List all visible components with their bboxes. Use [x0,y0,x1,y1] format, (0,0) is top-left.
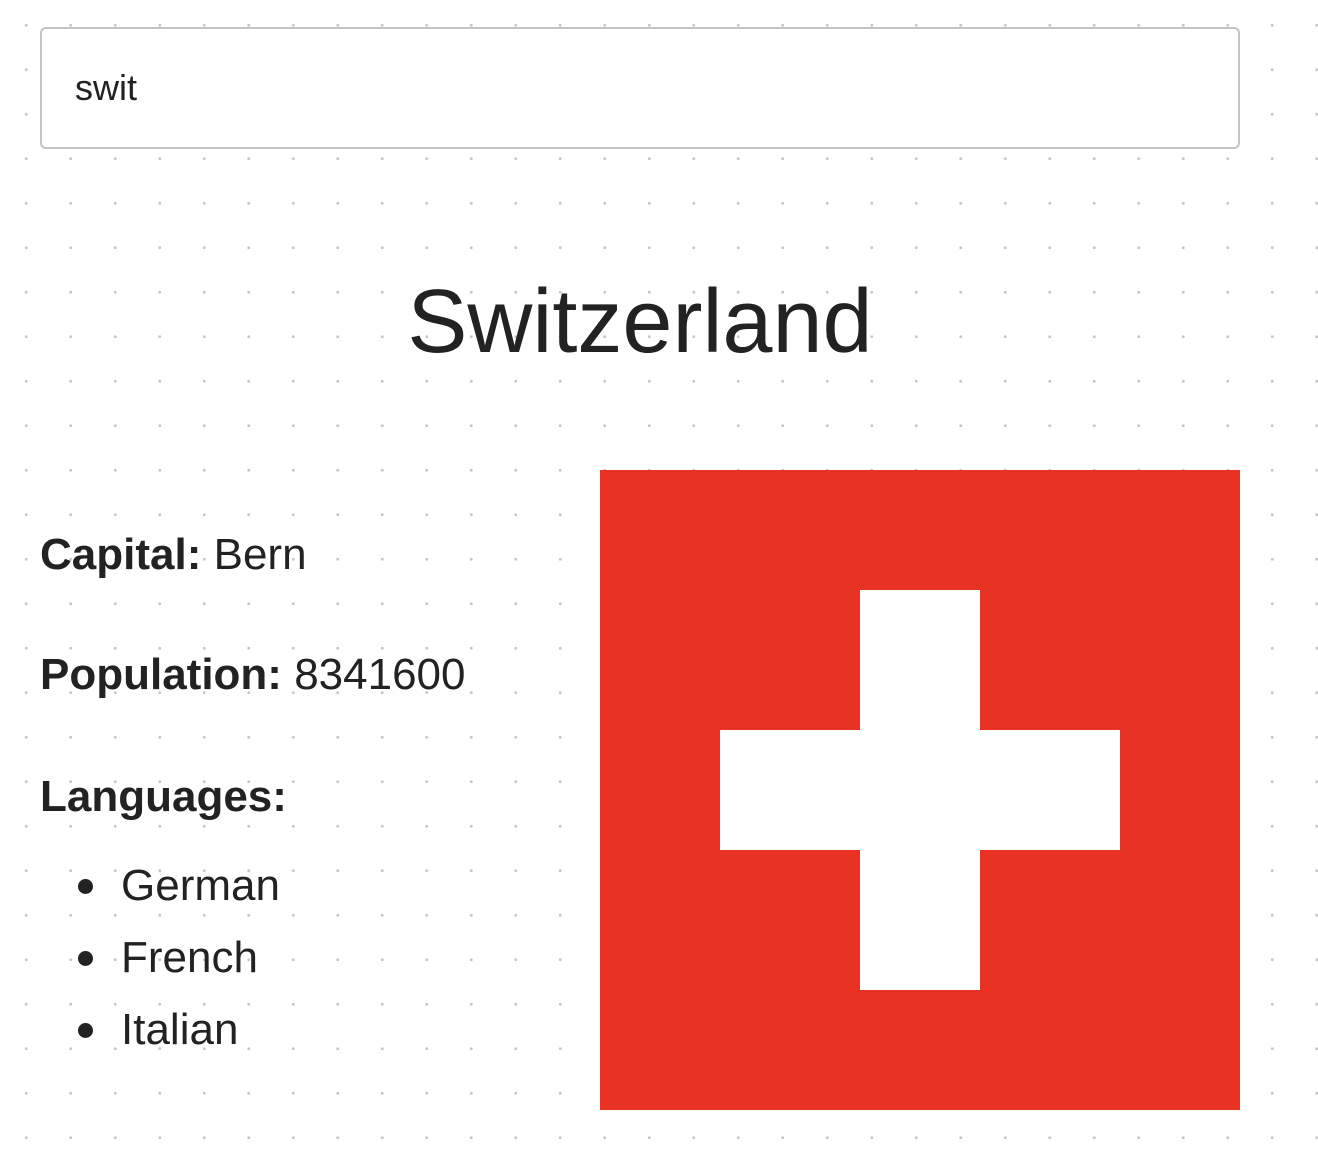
country-name-heading: Switzerland [407,272,873,372]
search-input[interactable] [40,27,1240,149]
language-item: French [40,922,280,994]
population-row: Population: 8341600 [40,640,466,710]
population-value: 8341600 [294,650,466,699]
population-label: Population: [40,650,282,699]
bullet-icon [78,951,93,966]
language-item: Italian [40,994,280,1066]
language-name: French [121,933,258,982]
languages-row: Languages: [40,762,287,832]
bullet-icon [78,1023,93,1038]
language-name: German [121,861,280,910]
flag-cross-horizontal [720,730,1120,850]
bullet-icon [78,879,93,894]
capital-value: Bern [213,530,307,579]
language-item: German [40,850,280,922]
language-list: German French Italian [40,850,280,1066]
swiss-flag-icon [600,470,1240,1110]
language-name: Italian [121,1005,239,1054]
capital-row: Capital: Bern [40,520,307,590]
capital-label: Capital: [40,530,202,579]
languages-label: Languages: [40,772,287,821]
